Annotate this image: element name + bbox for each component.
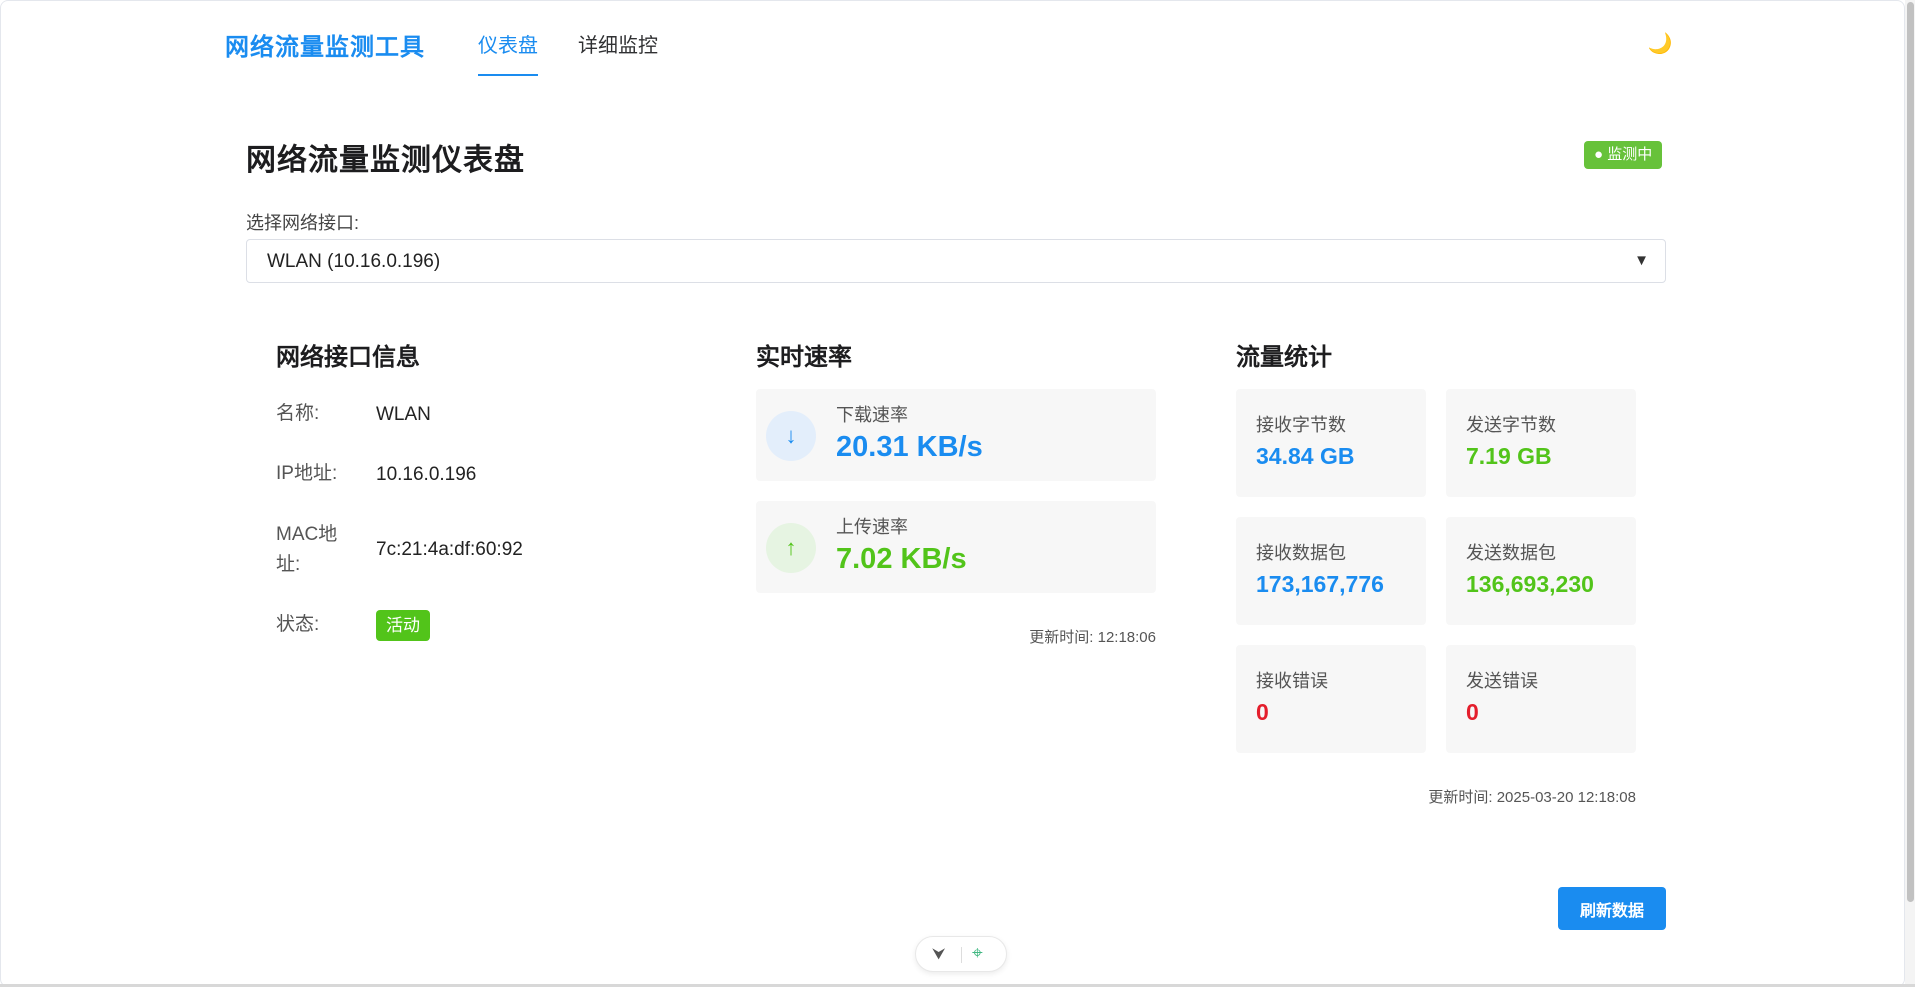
stat-value: 34.84 GB: [1256, 443, 1355, 469]
stat-label: 接收错误: [1256, 671, 1328, 691]
divider: [961, 947, 962, 963]
app-window: 网络流量监测工具 仪表盘 详细监控 🌙 网络流量监测仪表盘 ● 监测中 选择网络…: [0, 0, 1905, 987]
moon-icon[interactable]: 🌙: [1647, 31, 1673, 57]
download-speed-label: 下载速率: [836, 405, 908, 425]
stat-label: 接收数据包: [1256, 543, 1346, 563]
upload-speed-card: ↑ 上传速率 7.02 KB/s: [756, 501, 1156, 593]
monitoring-status-badge: ● 监测中: [1584, 141, 1663, 169]
stat-value: 7.19 GB: [1466, 443, 1552, 469]
refresh-data-button[interactable]: 刷新数据: [1558, 887, 1666, 930]
top-nav-bar: 网络流量监测工具 仪表盘 详细监控 🌙: [1, 1, 1904, 81]
arrow-up-icon: ↑: [766, 523, 816, 573]
stat-label: 接收字节数: [1256, 415, 1346, 435]
caret-down-icon: ▼: [1634, 252, 1649, 269]
stat-value: 173,167,776: [1256, 571, 1384, 597]
stat-card-tx-bytes: 发送字节数 7.19 GB: [1446, 389, 1636, 497]
stat-value: 0: [1466, 699, 1479, 725]
interface-select[interactable]: WLAN (10.16.0.196) ▼: [246, 239, 1666, 283]
vertical-scrollbar[interactable]: [1905, 0, 1915, 987]
stat-card-rx-bytes: 接收字节数 34.84 GB: [1236, 389, 1426, 497]
app-brand[interactable]: 网络流量监测工具: [225, 27, 425, 62]
upload-speed-value: 7.02 KB/s: [836, 543, 967, 575]
interface-select-label: 选择网络接口:: [246, 213, 360, 233]
stat-value: 136,693,230: [1466, 571, 1594, 597]
vue-devtools-toggle[interactable]: ⮟ ⌖: [915, 936, 1007, 972]
speed-updated-time: 更新时间: 12:18:06: [1029, 629, 1156, 646]
stat-card-tx-errors: 发送错误 0: [1446, 645, 1636, 753]
stat-card-rx-packets: 接收数据包 173,167,776: [1236, 517, 1426, 625]
stats-section-title: 流量统计: [1236, 344, 1332, 371]
interface-info-title: 网络接口信息: [276, 344, 420, 371]
info-value-name: WLAN: [376, 404, 431, 425]
info-key-name: 名称:: [276, 403, 320, 424]
speed-section-title: 实时速率: [756, 344, 852, 371]
tab-detail-monitor[interactable]: 详细监控: [578, 29, 658, 58]
info-key-ip: IP地址:: [276, 463, 338, 484]
download-speed-value: 20.31 KB/s: [836, 431, 983, 463]
download-speed-card: ↓ 下载速率 20.31 KB/s: [756, 389, 1156, 481]
info-key-status: 状态:: [276, 614, 320, 635]
tab-dashboard[interactable]: 仪表盘: [478, 29, 538, 76]
interface-status-tag: 活动: [376, 610, 430, 641]
info-key-mac-line2: 址:: [276, 554, 301, 575]
arrow-down-icon: ↓: [766, 411, 816, 461]
stat-card-rx-errors: 接收错误 0: [1236, 645, 1426, 753]
stats-updated-time: 更新时间: 2025-03-20 12:18:08: [1428, 789, 1636, 806]
info-key-mac-line1: MAC地: [276, 524, 338, 545]
stat-value: 0: [1256, 699, 1269, 725]
stat-label: 发送错误: [1466, 671, 1538, 691]
upload-speed-label: 上传速率: [836, 517, 908, 537]
stat-label: 发送字节数: [1466, 415, 1556, 435]
vue-logo-icon[interactable]: ⮟: [932, 946, 946, 964]
info-value-mac: 7c:21:4a:df:60:92: [376, 539, 523, 560]
scrollbar-thumb[interactable]: [1907, 2, 1914, 902]
stat-label: 发送数据包: [1466, 543, 1556, 563]
page-title: 网络流量监测仪表盘: [246, 144, 525, 177]
inspect-target-icon[interactable]: ⌖: [972, 943, 983, 965]
info-value-ip: 10.16.0.196: [376, 464, 477, 485]
stat-card-tx-packets: 发送数据包 136,693,230: [1446, 517, 1636, 625]
interface-select-value: WLAN (10.16.0.196): [267, 251, 441, 272]
